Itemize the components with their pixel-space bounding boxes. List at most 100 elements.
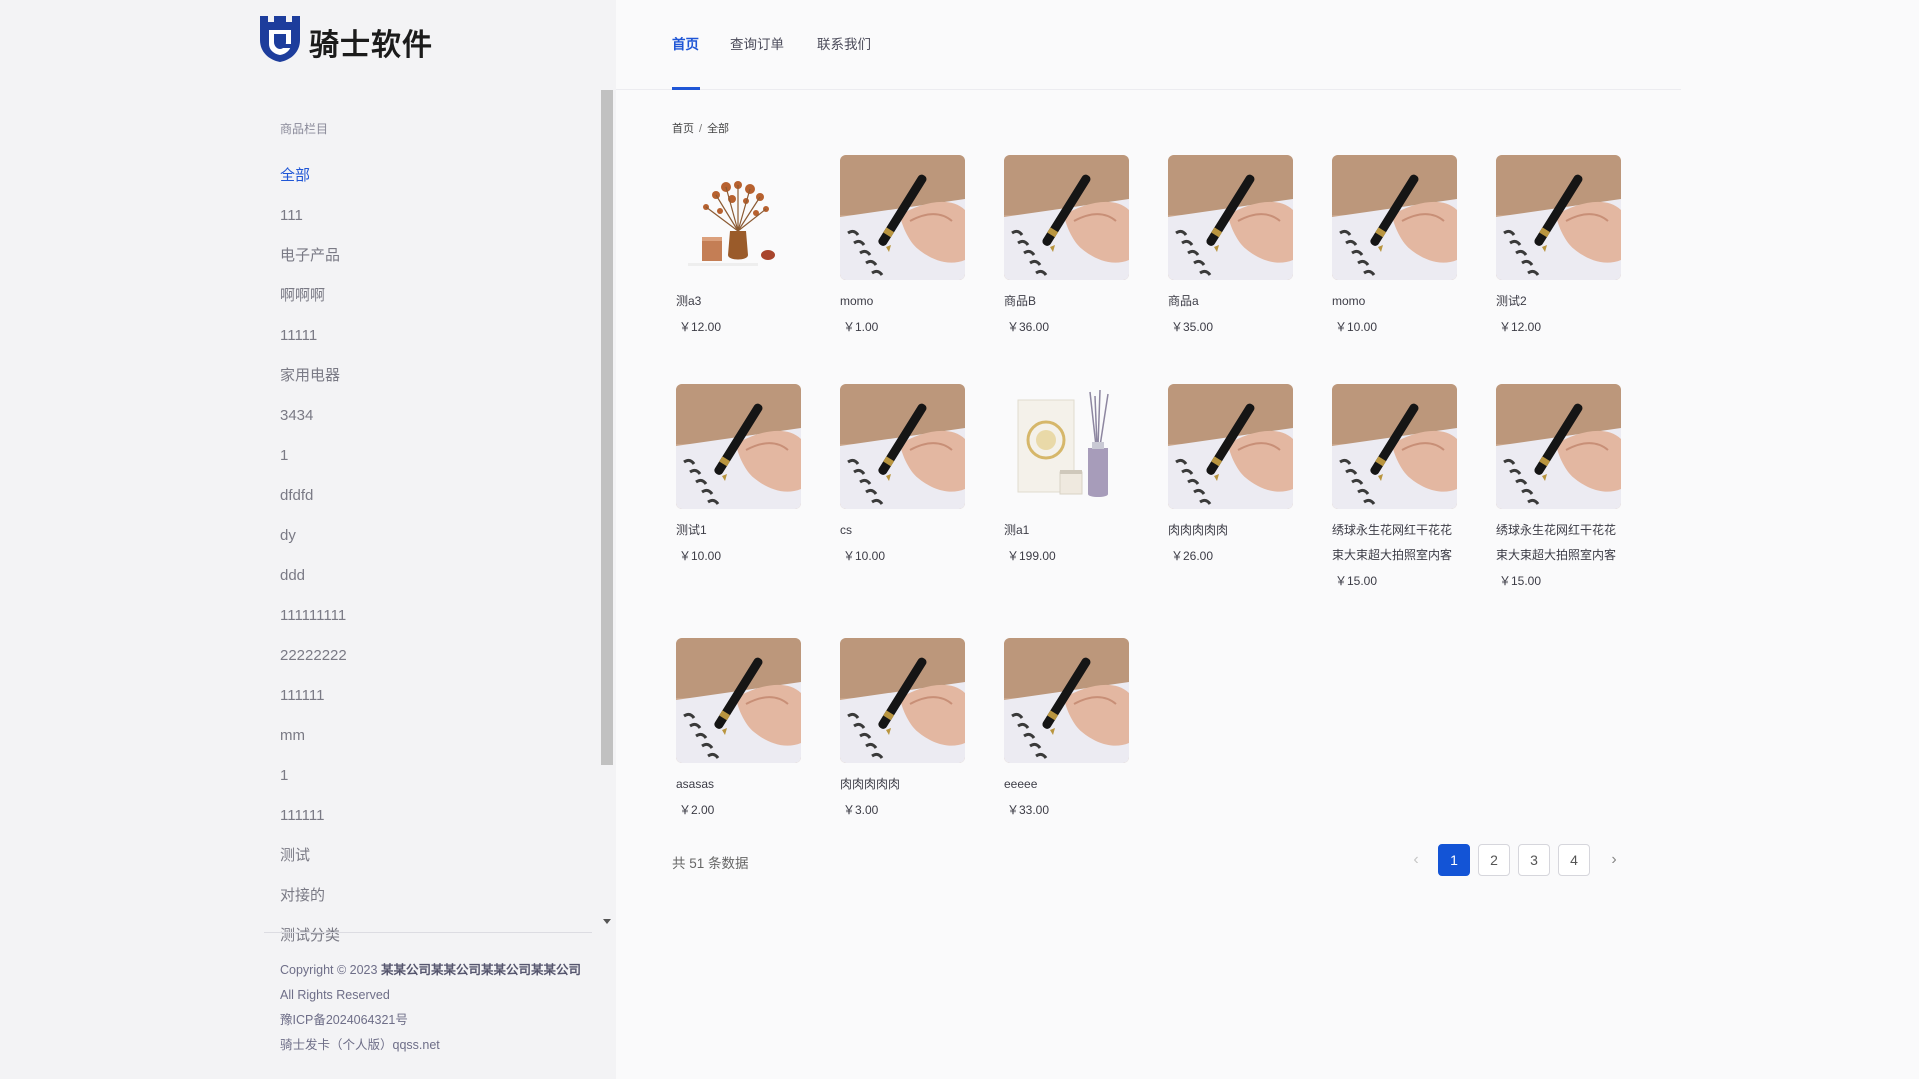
product-image[interactable] [1332, 384, 1457, 509]
sidebar: 骑士软件 商品栏目 全部 111 电子产品 啊啊啊 11111 家用电器 3434 1 dfdf… [0, 0, 616, 1079]
product-price: ￥10.00 [843, 549, 886, 563]
breadcrumb: 首页 / 全部 [672, 120, 729, 136]
category-item[interactable]: 11111 [280, 318, 347, 358]
product-card[interactable]: 商品B ￥36.00 [1004, 155, 1129, 340]
product-price: ￥1.00 [843, 320, 879, 334]
product-name: 商品a [1168, 294, 1199, 308]
product-image[interactable] [840, 638, 965, 763]
category-scrollbar[interactable] [600, 90, 614, 932]
product-card[interactable]: cs ￥10.00 [840, 384, 965, 569]
nav-query-order[interactable]: 查询订单 [730, 33, 784, 53]
product-price: ￥26.00 [1171, 549, 1214, 563]
chevron-left-icon[interactable]: ‹ [1400, 844, 1432, 876]
product-image[interactable] [840, 155, 965, 280]
breadcrumb-current: 全部 [707, 123, 730, 135]
category-item[interactable]: 111111111 [280, 598, 347, 638]
category-item[interactable]: dfdfd [280, 478, 347, 518]
product-card[interactable]: momo ￥1.00 [840, 155, 965, 340]
category-item[interactable]: 3434 [280, 398, 347, 438]
page-button[interactable]: 4 [1558, 844, 1590, 876]
footer: Copyright © 2023 某某公司某某公司某某公司某某公司 All Ri… [280, 958, 581, 1058]
category-item[interactable]: 测试 [280, 838, 347, 878]
category-item[interactable]: 1 [280, 758, 347, 798]
product-name: 商品B [1004, 294, 1037, 308]
product-card[interactable]: momo ￥10.00 [1332, 155, 1457, 340]
page-button[interactable]: 2 [1478, 844, 1510, 876]
product-card[interactable]: 测试1 ￥10.00 [676, 384, 801, 569]
product-price: ￥15.00 [1499, 574, 1542, 588]
product-image[interactable] [1332, 155, 1457, 280]
product-card[interactable]: 肉肉肉肉肉 ￥26.00 [1168, 384, 1293, 569]
brand-logo[interactable]: 骑士软件 [257, 14, 433, 69]
category-item[interactable]: 1 [280, 438, 347, 478]
product-card[interactable]: 肉肉肉肉肉 ￥3.00 [840, 638, 965, 823]
nav-contact-us[interactable]: 联系我们 [817, 33, 871, 53]
product-card[interactable]: eeeee ￥33.00 [1004, 638, 1129, 823]
product-price: ￥199.00 [1007, 549, 1056, 563]
product-image[interactable] [676, 155, 801, 280]
product-card[interactable]: 绣球永生花网红干花花束大束超大拍照室内客 ￥15.00 [1496, 384, 1621, 594]
page-buttons: 1234 [1438, 844, 1598, 876]
company-name: 某某公司某某公司某某公司某某公司 [380, 963, 581, 977]
product-image[interactable] [676, 384, 801, 509]
product-price: ￥12.00 [679, 320, 722, 334]
category-item[interactable]: 家用电器 [280, 358, 347, 398]
scroll-down-arrow-icon[interactable] [603, 919, 611, 924]
product-card[interactable]: 测试2 ￥12.00 [1496, 155, 1621, 340]
rights-text: All Rights Reserved [280, 988, 390, 1002]
category-item[interactable]: 测试分类 [280, 918, 347, 958]
copyright-line: Copyright © 2023 某某公司某某公司某某公司某某公司 [280, 958, 581, 983]
product-name: cs [840, 523, 852, 537]
page-button[interactable]: 1 [1438, 844, 1470, 876]
product-price: ￥33.00 [1007, 803, 1050, 817]
product-price: ￥3.00 [843, 803, 879, 817]
brand-name: 骑士软件 [309, 28, 433, 62]
total-count: 共 51 条数据 [672, 856, 749, 871]
product-card[interactable]: asasas ￥2.00 [676, 638, 801, 823]
product-image[interactable] [1168, 155, 1293, 280]
category-item[interactable]: 电子产品 [280, 238, 347, 278]
product-price: ￥15.00 [1335, 574, 1378, 588]
product-image[interactable] [1496, 155, 1621, 280]
copyright-text: Copyright © 2023 [280, 963, 378, 977]
category-item[interactable]: 22222222 [280, 638, 347, 678]
category-item[interactable]: 啊啊啊 [280, 278, 347, 318]
category-item[interactable]: dy [280, 518, 347, 558]
product-name: 测a1 [1004, 523, 1030, 537]
top-nav: 首页 查询订单 联系我们 [616, 0, 1681, 90]
page-button[interactable]: 3 [1518, 844, 1550, 876]
category-item[interactable]: 111 [280, 198, 347, 238]
product-card[interactable]: 测a3 ￥12.00 [676, 155, 801, 340]
category-item[interactable]: ddd [280, 558, 347, 598]
scrollbar-thumb[interactable] [601, 90, 613, 765]
breadcrumb-home[interactable]: 首页 [672, 123, 694, 135]
category-list: 全部 111 电子产品 啊啊啊 11111 家用电器 3434 1 dfdfd dy ddd 1111… [280, 158, 347, 958]
category-item[interactable]: 对接的 [280, 878, 347, 918]
category-item[interactable]: 111111 [280, 798, 347, 838]
category-item[interactable]: 全部 [280, 158, 347, 198]
product-card[interactable]: 商品a ￥35.00 [1168, 155, 1293, 340]
product-image[interactable] [1004, 638, 1129, 763]
icp-link[interactable]: 豫ICP备2024064321号 [280, 1008, 581, 1033]
product-image[interactable] [1004, 384, 1129, 509]
product-image[interactable] [1004, 155, 1129, 280]
category-item[interactable]: 111111 [280, 678, 347, 718]
chevron-right-icon[interactable]: › [1598, 844, 1630, 876]
nav-home[interactable]: 首页 [672, 33, 699, 53]
category-item[interactable]: mm [280, 718, 347, 758]
product-card[interactable]: 测a1 ￥199.00 [1004, 384, 1129, 569]
product-name: 测试2 [1496, 294, 1527, 308]
product-name: momo [840, 294, 874, 308]
product-image[interactable] [676, 638, 801, 763]
pagination: ‹ 1234 › [1400, 844, 1630, 876]
product-card[interactable]: 绣球永生花网红干花花束大束超大拍照室内客 ￥15.00 [1332, 384, 1457, 594]
product-image[interactable] [1168, 384, 1293, 509]
product-name: eeeee [1004, 777, 1038, 791]
product-price: ￥2.00 [679, 803, 715, 817]
product-image[interactable] [1496, 384, 1621, 509]
product-price: ￥10.00 [679, 549, 722, 563]
nav-active-indicator [672, 87, 700, 90]
product-image[interactable] [840, 384, 965, 509]
powered-by-link[interactable]: 骑士发卡（个人版）qqss.net [280, 1033, 581, 1058]
product-name: 测试1 [676, 523, 707, 537]
